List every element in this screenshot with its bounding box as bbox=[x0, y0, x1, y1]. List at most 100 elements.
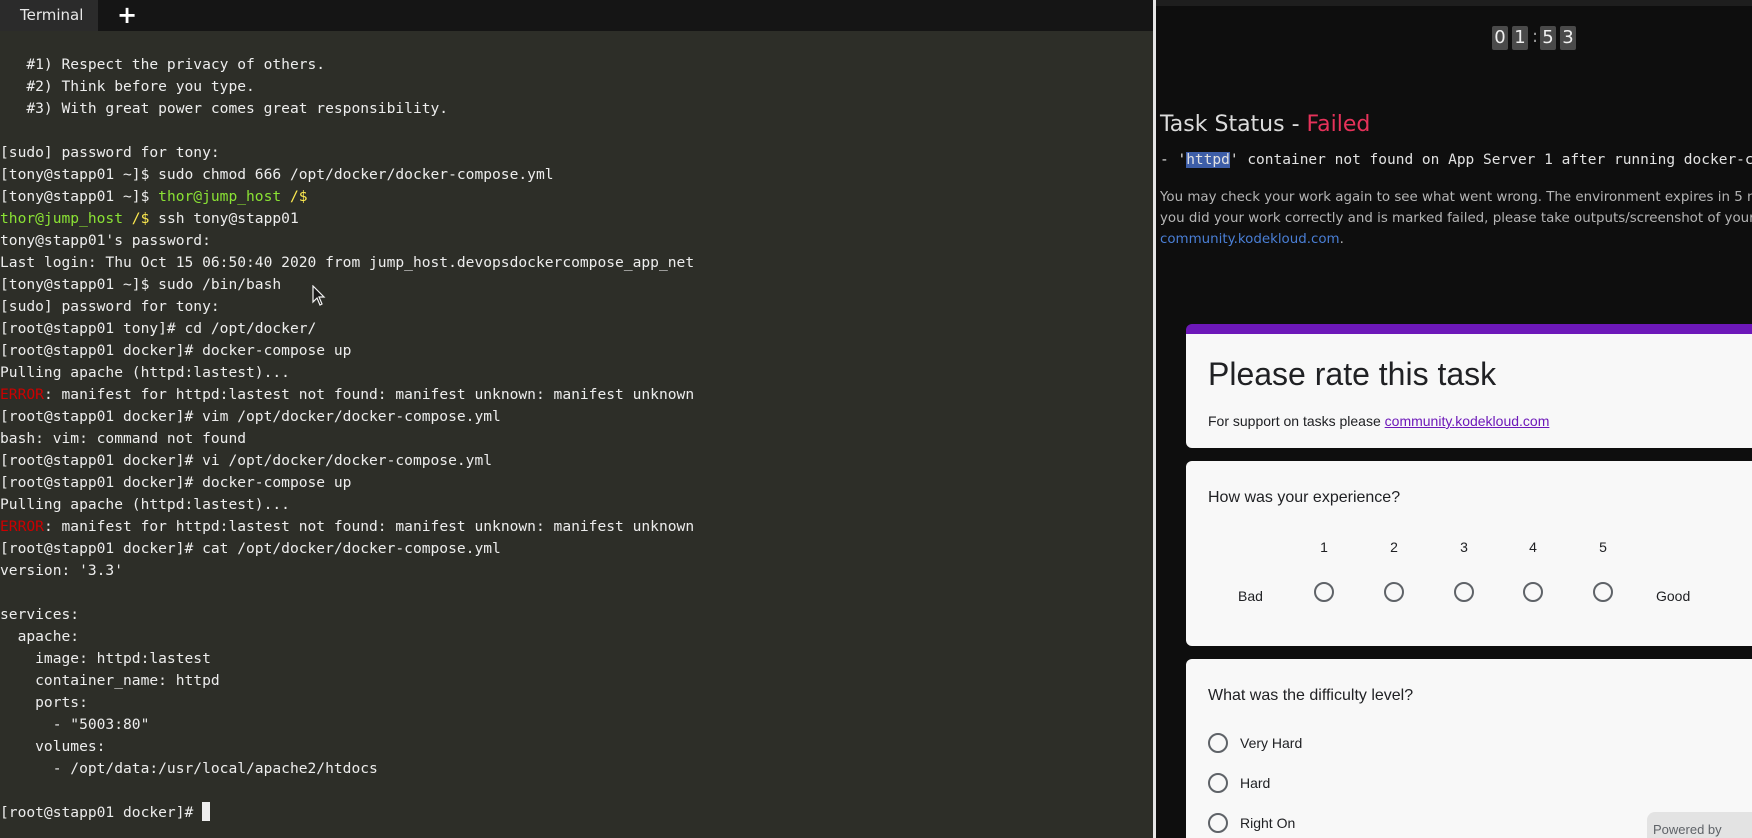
timer-digit: 5 bbox=[1540, 26, 1556, 50]
scale-label-4: 4 bbox=[1529, 539, 1537, 555]
terminal-tab-bar: Terminal + bbox=[0, 0, 1153, 31]
terminal-line: #3) With great power comes great respons… bbox=[0, 100, 449, 117]
scale-label-5: 5 bbox=[1599, 539, 1607, 555]
scale-label-3: 3 bbox=[1460, 539, 1468, 555]
error-label: ERROR bbox=[0, 518, 44, 535]
timer-separator: : bbox=[1532, 26, 1539, 47]
terminal-line: [root@stapp01 docker]# vi /opt/docker/do… bbox=[0, 452, 493, 469]
terminal-line: tony@stapp01's password: bbox=[0, 232, 211, 249]
option-label: Right On bbox=[1240, 815, 1296, 831]
terminal-line: [root@stapp01 docker]# bbox=[0, 802, 1153, 824]
note-line: community.kodekloud.com. bbox=[1160, 229, 1752, 250]
rating-radio-5[interactable] bbox=[1593, 582, 1613, 602]
prompt-text: [root@stapp01 docker]# bbox=[0, 804, 203, 821]
form-support-text: For support on tasks please community.ko… bbox=[1208, 413, 1549, 429]
scale-low-label: Bad bbox=[1238, 588, 1263, 604]
prompt-user-host: thor@jump_host bbox=[158, 188, 282, 205]
terminal-line: ports: bbox=[0, 694, 88, 711]
terminal-window[interactable]: Terminal + #1) Respect the privacy of ot… bbox=[0, 0, 1153, 838]
command-text: ssh tony@stapp01 bbox=[149, 210, 299, 227]
radio-button[interactable] bbox=[1208, 773, 1228, 793]
terminal-line: [tony@stapp01 ~]$ thor@jump_host /$ bbox=[0, 186, 1153, 208]
terminal-line: [root@stapp01 docker]# vim /opt/docker/d… bbox=[0, 408, 501, 425]
add-tab-button[interactable]: + bbox=[114, 0, 140, 31]
terminal-line: [root@stapp01 docker]# docker-compose up bbox=[0, 342, 352, 359]
rating-radio-4[interactable] bbox=[1523, 582, 1543, 602]
task-status-error: - 'httpd' container not found on App Ser… bbox=[1160, 152, 1752, 168]
timer-digit: 1 bbox=[1512, 26, 1528, 50]
terminal-line: [root@stapp01 docker]# cat /opt/docker/d… bbox=[0, 540, 501, 557]
mouse-pointer-icon bbox=[312, 285, 326, 306]
experience-question: How was your experience? bbox=[1208, 489, 1401, 506]
experience-question-card: How was your experience? 1 2 3 4 5 Bad G… bbox=[1186, 461, 1752, 646]
terminal-line: Last login: Thu Oct 15 06:50:40 2020 fro… bbox=[0, 254, 695, 271]
prompt-user-host: thor@jump_host bbox=[0, 210, 124, 227]
terminal-line: apache: bbox=[0, 628, 80, 645]
panel-top-strip bbox=[1156, 0, 1752, 6]
selected-text: httpd bbox=[1186, 152, 1230, 168]
powered-by-badge[interactable]: Powered by bbox=[1647, 812, 1752, 838]
terminal-line: bash: vim: command not found bbox=[0, 430, 247, 447]
difficulty-question: What was the difficulty level? bbox=[1208, 687, 1414, 704]
terminal-line: Pulling apache (httpd:lastest)... bbox=[0, 364, 290, 381]
terminal-line: image: httpd:lastest bbox=[0, 650, 211, 667]
option-label: Very Hard bbox=[1240, 735, 1303, 751]
radio-button[interactable] bbox=[1208, 733, 1228, 753]
terminal-output[interactable]: #1) Respect the privacy of others. #2) T… bbox=[0, 54, 1153, 824]
error-label: ERROR bbox=[0, 386, 44, 403]
terminal-line: Pulling apache (httpd:lastest)... bbox=[0, 496, 290, 513]
terminal-line: - "5003:80" bbox=[0, 716, 150, 733]
community-link[interactable]: community.kodekloud.com bbox=[1160, 232, 1340, 247]
terminal-line: thor@jump_host /$ ssh tony@stapp01 bbox=[0, 208, 1153, 230]
task-panel: 0 1 : 5 3 Task Status - Failed - 'httpd'… bbox=[1156, 0, 1752, 838]
terminal-line: #2) Think before you type. bbox=[0, 78, 255, 95]
terminal-line: [sudo] password for tony: bbox=[0, 298, 220, 315]
terminal-line: ERROR: manifest for httpd:lastest not fo… bbox=[0, 516, 1153, 538]
timer-digit: 0 bbox=[1492, 26, 1508, 50]
rating-radio-1[interactable] bbox=[1314, 582, 1334, 602]
difficulty-option-very-hard[interactable]: Very Hard bbox=[1208, 732, 1302, 754]
difficulty-option-hard[interactable]: Hard bbox=[1208, 772, 1270, 794]
support-link[interactable]: community.kodekloud.com bbox=[1385, 413, 1550, 429]
powered-by-text: Powered by bbox=[1653, 822, 1722, 837]
terminal-line: #1) Respect the privacy of others. bbox=[0, 56, 326, 73]
terminal-line: ERROR: manifest for httpd:lastest not fo… bbox=[0, 384, 1153, 406]
radio-button[interactable] bbox=[1208, 813, 1228, 833]
terminal-line: version: '3.3' bbox=[0, 562, 124, 579]
error-prefix: - ' bbox=[1160, 152, 1187, 168]
support-label: For support on tasks please bbox=[1208, 413, 1385, 429]
rating-radio-3[interactable] bbox=[1454, 582, 1474, 602]
task-status-label: Task Status - bbox=[1160, 112, 1307, 137]
terminal-line: [sudo] password for tony: bbox=[0, 144, 220, 161]
difficulty-option-right-on[interactable]: Right On bbox=[1208, 812, 1295, 834]
task-status-note: You may check your work again to see wha… bbox=[1160, 187, 1752, 250]
terminal-line: services: bbox=[0, 606, 80, 623]
task-status-heading: Task Status - Failed bbox=[1160, 112, 1370, 137]
prompt-path: /$ bbox=[123, 210, 150, 227]
terminal-line: [root@stapp01 tony]# cd /opt/docker/ bbox=[0, 320, 317, 337]
terminal-line: [root@stapp01 docker]# docker-compose up bbox=[0, 474, 352, 491]
countdown-timer: 0 1 : 5 3 bbox=[1492, 26, 1576, 50]
note-line: You may check your work again to see wha… bbox=[1160, 190, 1752, 205]
terminal-line: volumes: bbox=[0, 738, 106, 755]
text-cursor bbox=[202, 802, 211, 821]
terminal-line: - /opt/data:/usr/local/apache2/htdocs bbox=[0, 760, 378, 777]
terminal-line: container_name: httpd bbox=[0, 672, 220, 689]
terminal-line: [tony@stapp01 ~]$ sudo chmod 666 /opt/do… bbox=[0, 166, 554, 183]
error-message: : manifest for httpd:lastest not found: … bbox=[43, 518, 695, 535]
rating-radio-2[interactable] bbox=[1384, 582, 1404, 602]
scale-label-1: 1 bbox=[1320, 539, 1328, 555]
terminal-tab[interactable]: Terminal bbox=[0, 0, 98, 31]
error-suffix: ' container not found on App Server 1 af… bbox=[1229, 152, 1752, 168]
scale-high-label: Good bbox=[1656, 588, 1691, 604]
note-end: . bbox=[1339, 232, 1344, 247]
prompt-text: [tony@stapp01 ~]$ bbox=[0, 188, 159, 205]
rating-form-header: Please rate this task For support on tas… bbox=[1186, 324, 1752, 448]
timer-digit: 3 bbox=[1560, 26, 1576, 50]
form-title: Please rate this task bbox=[1208, 356, 1497, 392]
task-status-value: Failed bbox=[1306, 112, 1371, 137]
terminal-line: [tony@stapp01 ~]$ sudo /bin/bash bbox=[0, 276, 282, 293]
